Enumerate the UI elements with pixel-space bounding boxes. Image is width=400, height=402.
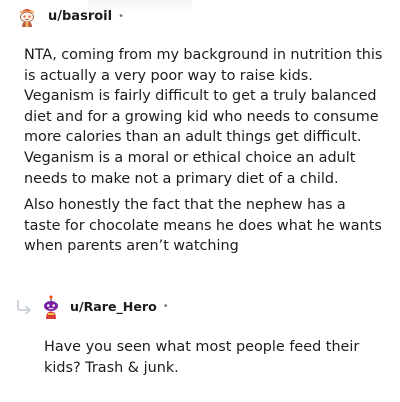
user-avatar-icon[interactable] [40,295,62,319]
comment-header: u/basroil • [16,4,124,28]
meta-separator: • [118,10,124,22]
comment-paragraph: NTA, coming from my background in nutrit… [24,47,383,187]
comment-body: NTA, coming from my background in nutrit… [24,45,384,263]
user-avatar-icon[interactable] [16,5,38,27]
reply-body: Have you seen what most people feed thei… [44,339,360,376]
reply-username[interactable]: u/Rare_Hero [70,299,157,314]
reply-arrow-icon [16,299,34,315]
comment-paragraph: Also honestly the fact that the nephew h… [24,197,382,255]
comment-username[interactable]: u/basroil [48,9,112,24]
reply-header: u/Rare_Hero • [40,294,169,319]
meta-separator: • [162,300,169,312]
